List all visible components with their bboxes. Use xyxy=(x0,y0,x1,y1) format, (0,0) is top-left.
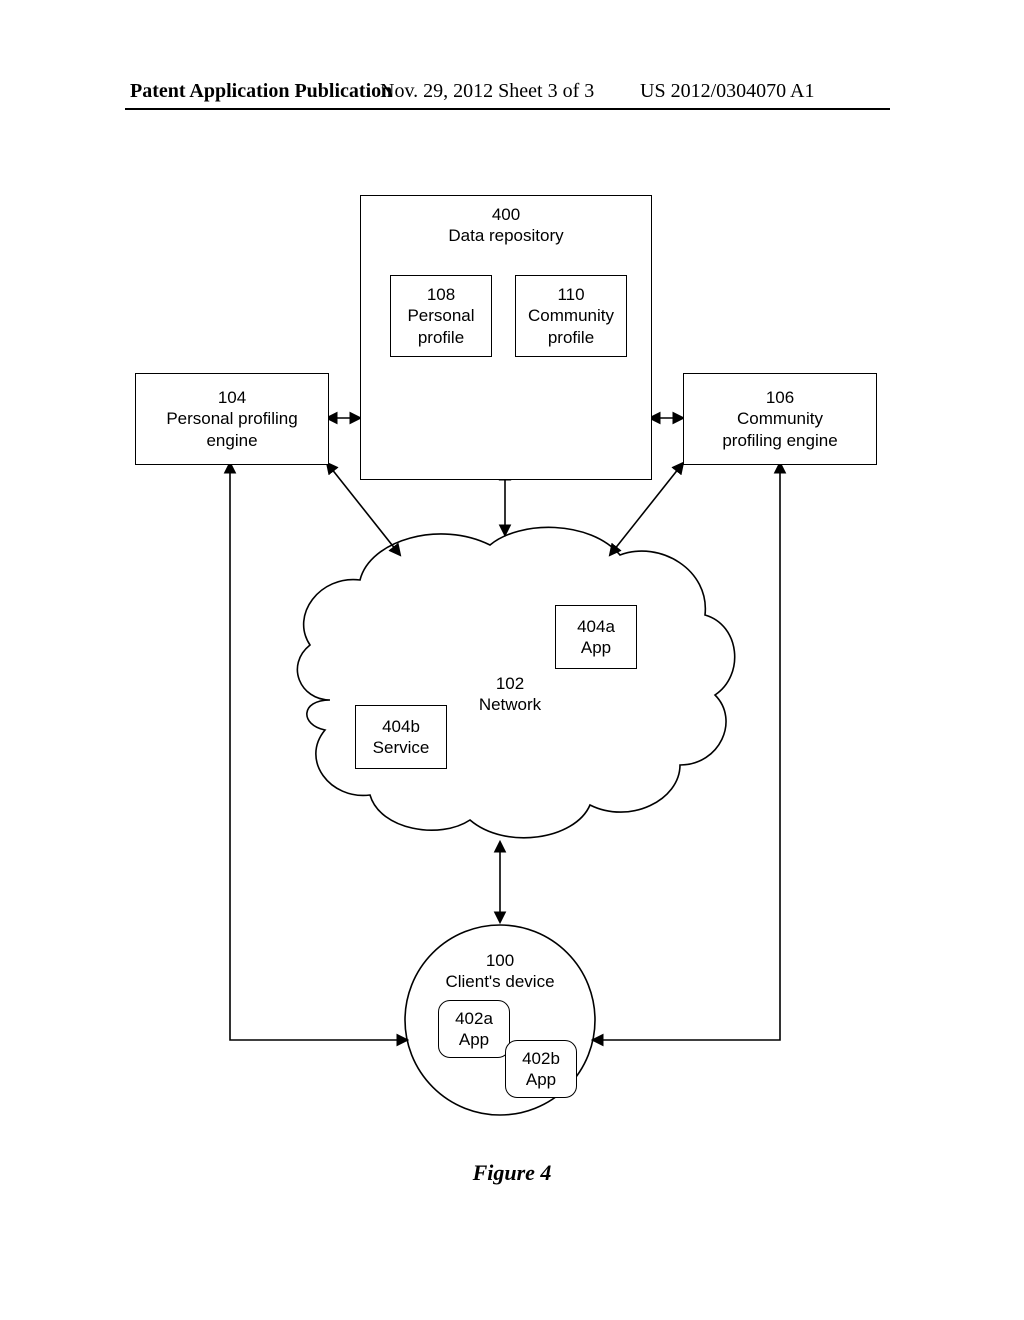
community-profile-box: 110 Community profile xyxy=(515,275,627,357)
client-device-label: 100 Client's device xyxy=(440,950,560,993)
community-profile-label2: profile xyxy=(548,327,594,348)
figure-caption: Figure 4 xyxy=(0,1160,1024,1186)
page: Patent Application Publication Nov. 29, … xyxy=(0,0,1024,1320)
community-engine-box: 106 Community profiling engine xyxy=(683,373,877,465)
personal-profile-number: 108 xyxy=(427,284,455,305)
cloud-service-box: 404b Service xyxy=(355,705,447,769)
cloud-app-label: App xyxy=(581,637,611,658)
client-app-b-box: 402b App xyxy=(505,1040,577,1098)
personal-profile-label2: profile xyxy=(418,327,464,348)
community-engine-label1: Community xyxy=(737,408,823,429)
community-profile-number: 110 xyxy=(557,284,584,305)
personal-profile-box: 108 Personal profile xyxy=(390,275,492,357)
data-repository-number: 400 xyxy=(492,204,520,225)
personal-engine-box: 104 Personal profiling engine xyxy=(135,373,329,465)
cloud-app-box: 404a App xyxy=(555,605,637,669)
personal-engine-label1: Personal profiling xyxy=(166,408,297,429)
cloud-service-number: 404b xyxy=(382,716,420,737)
client-app-a-number: 402a xyxy=(455,1008,493,1029)
data-repository-label: Data repository xyxy=(448,225,563,246)
client-app-a-label: App xyxy=(459,1029,489,1050)
cloud-app-number: 404a xyxy=(577,616,615,637)
network-number: 102 xyxy=(496,674,524,693)
client-app-b-label: App xyxy=(526,1069,556,1090)
network-label: 102 Network xyxy=(465,673,555,716)
client-device-number: 100 xyxy=(486,951,514,970)
client-device-text: Client's device xyxy=(445,972,554,991)
cloud-service-label: Service xyxy=(373,737,430,758)
client-app-b-number: 402b xyxy=(522,1048,560,1069)
personal-engine-number: 104 xyxy=(218,387,246,408)
client-app-a-box: 402a App xyxy=(438,1000,510,1058)
community-engine-label2: profiling engine xyxy=(722,430,837,451)
personal-profile-label1: Personal xyxy=(407,305,474,326)
community-profile-label1: Community xyxy=(528,305,614,326)
network-text: Network xyxy=(479,695,541,714)
community-engine-number: 106 xyxy=(766,387,794,408)
personal-engine-label2: engine xyxy=(206,430,257,451)
